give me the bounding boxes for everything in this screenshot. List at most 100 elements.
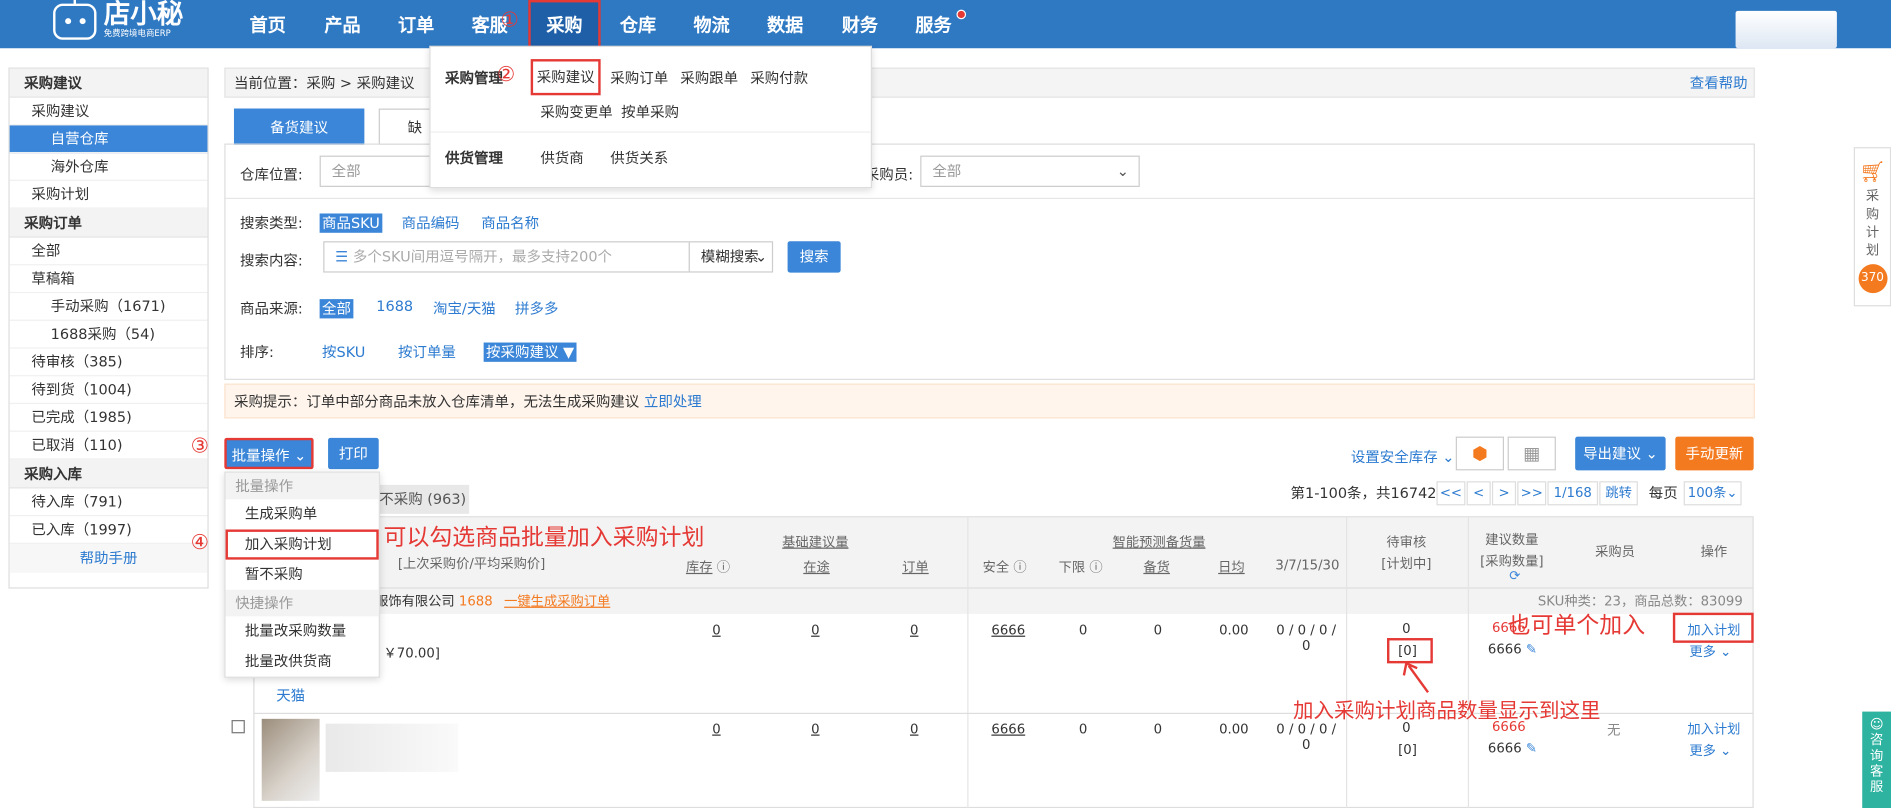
source-taobao[interactable]: 淘宝/天猫 <box>433 298 496 319</box>
batch-group: 批量操作 <box>225 472 379 500</box>
pager-next[interactable]: > <box>1491 481 1517 506</box>
batch-create-order[interactable]: 生成采购单 <box>226 499 379 529</box>
row2-order[interactable]: 0 <box>905 721 924 737</box>
row2-more[interactable]: 更多 ⌄ <box>1686 741 1734 760</box>
menu-item-change[interactable]: 采购变更单 <box>540 101 612 122</box>
menu-item-relation[interactable]: 供货关系 <box>610 147 668 168</box>
row2-safe[interactable]: 6666 <box>990 721 1026 737</box>
sidebar-item-drafts[interactable]: 草稿箱 <box>9 265 208 294</box>
menu-item-suggest[interactable]: 采购建议 <box>530 59 601 96</box>
batch-edit-supplier[interactable]: 批量改供货商 <box>226 646 379 676</box>
nav-purchase[interactable]: 采购 <box>528 0 601 49</box>
sort-suggest[interactable]: 按采购建议 ▼ <box>483 341 577 362</box>
nav-finance[interactable]: 财务 <box>833 0 886 48</box>
row1-pending: 0 <box>1402 621 1411 637</box>
purchase-plan-panel[interactable]: 🛒︎ 采购计划 370 <box>1853 147 1891 307</box>
row1-min: 0 <box>1078 622 1088 639</box>
search-type-sku[interactable]: 商品SKU <box>319 212 383 233</box>
nav-home[interactable]: 首页 <box>241 0 294 48</box>
sidebar-item-overseas-warehouse[interactable]: 海外仓库 <box>9 153 208 181</box>
pager-first[interactable]: << <box>1436 481 1466 506</box>
row2-purchase-qty[interactable]: 6666 ✎ <box>1486 741 1539 757</box>
export-button[interactable]: 导出建议 ⌄ <box>1575 436 1666 471</box>
th-smart: 智能预测备货量 <box>1112 534 1206 550</box>
sidebar-item-inbounded[interactable]: 已入库（1997) <box>9 516 208 544</box>
pager-prev[interactable]: < <box>1466 481 1491 506</box>
sidebar-item-all[interactable]: 全部 <box>9 238 208 266</box>
robot-logo-icon <box>53 0 97 40</box>
search-input[interactable]: ☰ 多个SKU间用逗号隔开，最多支持200个 <box>323 241 690 273</box>
logo[interactable]: 店小秘 免费跨境电商ERP <box>53 0 184 40</box>
pager-page[interactable]: 1/168 <box>1547 481 1599 506</box>
nav-logistics[interactable]: 物流 <box>685 0 738 48</box>
sidebar-item-review[interactable]: 待审核（385) <box>9 349 208 377</box>
sidebar-item-arriving[interactable]: 待到货（1004) <box>9 376 208 405</box>
sidebar-item-1688[interactable]: 1688采购（54) <box>9 321 208 349</box>
menu-item-supplier[interactable]: 供货商 <box>540 147 583 168</box>
tip-link[interactable]: 立即处理 <box>644 393 702 410</box>
th-pending: 待审核 <box>1386 534 1427 550</box>
row2-transit[interactable]: 0 <box>806 721 825 737</box>
search-button[interactable]: 搜索 <box>787 241 841 273</box>
nav-orders[interactable]: 订单 <box>390 0 443 48</box>
per-page-label: 每页 <box>1648 484 1678 502</box>
source-pdd[interactable]: 拼多多 <box>515 298 558 319</box>
box-view-icon[interactable]: ⬢ <box>1455 436 1505 471</box>
row1-safe[interactable]: 6666 <box>990 622 1026 638</box>
pager-last[interactable]: >> <box>1517 481 1547 506</box>
manual-refresh-button[interactable]: 手动更新 <box>1675 436 1754 471</box>
row2-add-plan[interactable]: 加入计划 <box>1679 719 1749 738</box>
logo-title: 店小秘 <box>103 0 184 31</box>
source-1688[interactable]: 1688 <box>376 298 413 315</box>
one-click-order-link[interactable]: 一键生成采购订单 <box>504 593 610 609</box>
sidebar-item-cancelled[interactable]: 已取消（110) <box>9 432 208 460</box>
row2-stock[interactable]: 0 <box>707 721 726 737</box>
grid-view-icon[interactable]: ▦ <box>1507 436 1556 471</box>
source-all[interactable]: 全部 <box>319 298 354 319</box>
batch-pause[interactable]: 暂不采购 <box>226 560 379 590</box>
tab-stock-suggest[interactable]: 备货建议 <box>233 108 365 145</box>
sidebar-item-own-warehouse[interactable]: 自营仓库 <box>9 125 208 154</box>
row1-prep: 0 <box>1153 622 1163 639</box>
buyer-select[interactable]: 全部 ⌄ <box>920 155 1140 187</box>
refresh-icon[interactable]: ⟳ <box>1503 568 1527 584</box>
search-type-name[interactable]: 商品名称 <box>481 212 539 233</box>
row1-more[interactable]: 更多 ⌄ <box>1686 642 1734 661</box>
menu-item-payment[interactable]: 采购付款 <box>750 68 808 89</box>
batch-add-plan[interactable]: 加入采购计划 <box>225 529 379 560</box>
row1-order[interactable]: 0 <box>905 622 924 638</box>
row2-checkbox[interactable] <box>231 720 245 734</box>
row1-stock[interactable]: 0 <box>707 622 726 638</box>
help-link[interactable]: 查看帮助 <box>1690 69 1748 99</box>
consult-button[interactable]: ☺ 咨询客服 <box>1862 711 1891 808</box>
pager-jump[interactable]: 跳转 <box>1599 481 1638 506</box>
menu-item-orders[interactable]: 采购订单 <box>610 68 668 89</box>
search-type-code[interactable]: 商品编码 <box>402 212 460 233</box>
sort-orders[interactable]: 按订单量 <box>398 341 456 362</box>
menu-item-track[interactable]: 采购跟单 <box>680 68 738 89</box>
sidebar-item-manual[interactable]: 手动采购（1671) <box>9 293 208 321</box>
nav-data[interactable]: 数据 <box>759 0 812 48</box>
help-manual-link[interactable]: 帮助手册 <box>9 543 208 573</box>
menu-item-by-order[interactable]: 按单采购 <box>621 101 679 122</box>
nav-products[interactable]: 产品 <box>316 0 369 48</box>
user-account[interactable] <box>1735 10 1837 49</box>
batch-edit-qty[interactable]: 批量改采购数量 <box>226 616 379 646</box>
per-page-select[interactable]: 100条⌄ <box>1683 481 1742 506</box>
row1-transit[interactable]: 0 <box>806 622 825 638</box>
sidebar-item-suggest[interactable]: 采购建议 <box>9 98 208 126</box>
sidebar-item-plan[interactable]: 采购计划 <box>9 181 208 209</box>
warehouse-select[interactable]: 全部 <box>319 155 441 187</box>
print-button[interactable]: 打印 <box>328 437 379 470</box>
batch-operation-button[interactable]: 批量操作 ⌄ <box>224 437 314 470</box>
sidebar-item-to-inbound[interactable]: 待入库（791) <box>9 488 208 517</box>
nav-services[interactable]: 服务 <box>907 0 960 48</box>
sidebar-item-done[interactable]: 已完成（1985) <box>9 404 208 432</box>
sort-sku[interactable]: 按SKU <box>322 341 365 362</box>
row1-source[interactable]: 天猫 <box>276 685 305 706</box>
search-mode-select[interactable]: 模糊搜索 ⌄ <box>688 241 774 273</box>
row1-purchase-qty[interactable]: 6666 ✎ <box>1486 642 1539 658</box>
set-safety-stock[interactable]: 设置安全库存 ⌄ <box>1351 446 1455 467</box>
nav-warehouse[interactable]: 仓库 <box>611 0 664 48</box>
tip-text: 采购提示：订单中部分商品未放入仓库清单，无法生成采购建议 <box>233 393 640 411</box>
